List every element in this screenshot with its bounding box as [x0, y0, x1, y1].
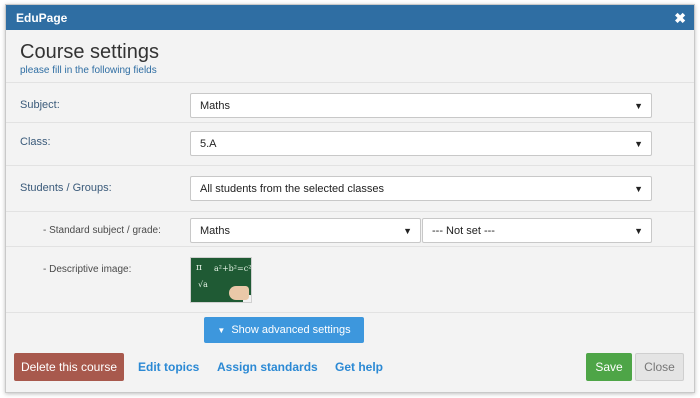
- subject-row: Subject: Maths ▼: [6, 83, 694, 123]
- class-value: 5.A: [200, 137, 217, 150]
- dialog-titlebar: EduPage ✖: [6, 5, 694, 30]
- grade-value: --- Not set ---: [432, 224, 495, 237]
- chevron-down-icon: ▼: [634, 100, 643, 111]
- class-label: Class:: [20, 136, 51, 148]
- class-select[interactable]: 5.A ▼: [190, 131, 652, 156]
- edit-topics-link[interactable]: Edit topics: [138, 360, 199, 374]
- chalk-root: √a: [198, 280, 208, 289]
- standard-subject-value: Maths: [200, 224, 230, 237]
- subject-label: Subject:: [20, 99, 60, 111]
- students-label: Students / Groups:: [20, 182, 112, 194]
- app-title: EduPage: [16, 10, 68, 25]
- chalk-pi: π: [196, 263, 202, 273]
- students-row: Students / Groups: All students from the…: [6, 166, 694, 212]
- course-settings-dialog: EduPage ✖ Course settings please fill in…: [5, 4, 695, 393]
- page-title: Course settings: [20, 41, 159, 63]
- chevron-down-icon: ▼: [403, 225, 412, 236]
- standard-subject-select[interactable]: Maths ▼: [190, 218, 421, 243]
- standard-row: - Standard subject / grade: Maths ▼ --- …: [6, 212, 694, 247]
- hand-shape: [229, 286, 249, 300]
- subject-select[interactable]: Maths ▼: [190, 93, 652, 118]
- students-value: All students from the selected classes: [200, 182, 385, 195]
- image-row: - Descriptive image: a²+b²=c² π √a: [6, 247, 694, 313]
- chevron-down-icon: ▼: [634, 183, 643, 194]
- dialog-footer: Delete this course Edit topics Assign st…: [6, 353, 694, 393]
- page-subtitle: please fill in the following fields: [20, 65, 157, 76]
- close-icon[interactable]: ✖: [674, 11, 686, 25]
- students-select[interactable]: All students from the selected classes ▼: [190, 176, 652, 201]
- image-label: - Descriptive image:: [43, 264, 132, 275]
- get-help-link[interactable]: Get help: [335, 360, 383, 374]
- chevron-down-icon: ▼: [634, 225, 643, 236]
- triangle-down-icon: ▼: [217, 325, 226, 335]
- chevron-down-icon: ▼: [634, 138, 643, 149]
- save-button[interactable]: Save: [586, 353, 632, 381]
- advanced-button-label: Show advanced settings: [231, 324, 351, 336]
- advanced-area: ▼ Show advanced settings: [6, 313, 694, 353]
- close-button[interactable]: Close: [635, 353, 684, 381]
- standard-label: - Standard subject / grade:: [43, 225, 161, 236]
- assign-standards-link[interactable]: Assign standards: [217, 360, 318, 374]
- descriptive-image[interactable]: a²+b²=c² π √a: [190, 257, 252, 303]
- chalk-formula: a²+b²=c²: [214, 264, 252, 273]
- class-row: Class: 5.A ▼: [6, 123, 694, 166]
- dialog-header: Course settings please fill in the follo…: [6, 30, 694, 83]
- show-advanced-settings-button[interactable]: ▼ Show advanced settings: [204, 317, 364, 343]
- delete-course-button[interactable]: Delete this course: [14, 353, 124, 381]
- grade-select[interactable]: --- Not set --- ▼: [422, 218, 652, 243]
- subject-value: Maths: [200, 99, 230, 112]
